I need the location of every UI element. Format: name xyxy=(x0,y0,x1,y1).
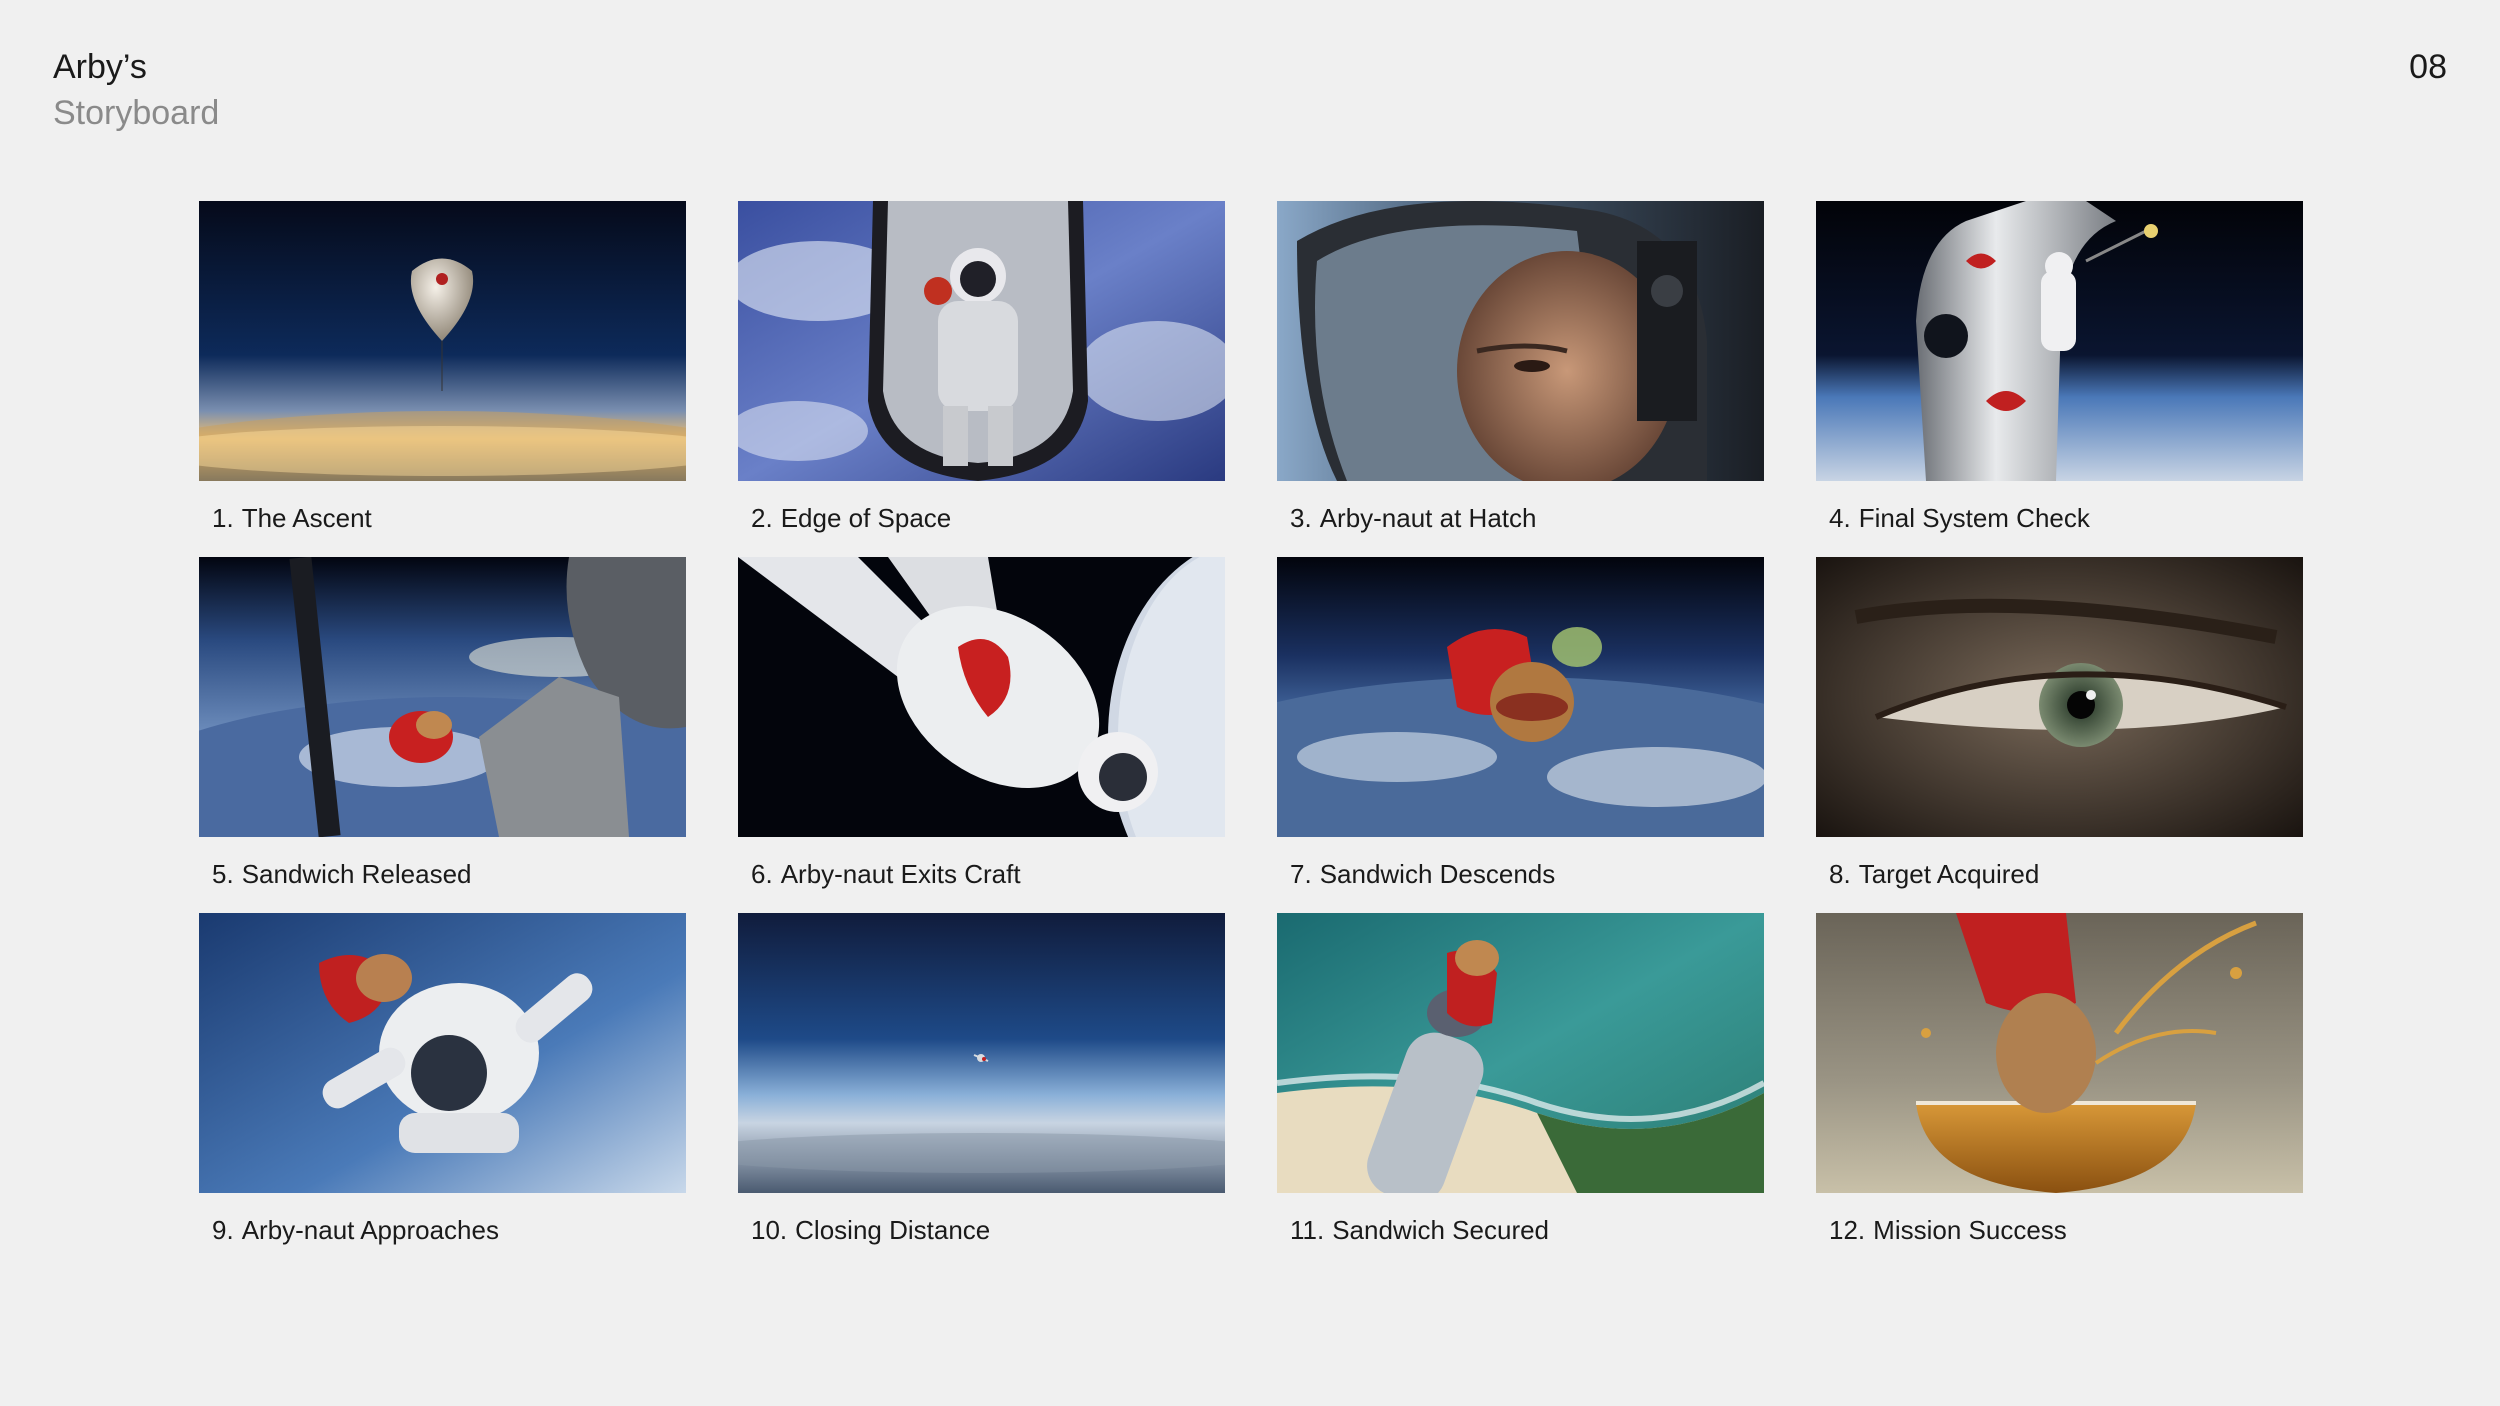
frame-label: Edge of Space xyxy=(780,503,952,533)
frame-image-helmet-closeup xyxy=(1277,201,1764,481)
frame-image-ascent xyxy=(199,201,686,481)
frame-caption: 7. Sandwich Descends xyxy=(1277,858,1764,890)
frame-caption: 5. Sandwich Released xyxy=(199,858,686,890)
frame-image-eye-closeup xyxy=(1816,557,2303,837)
page-subtitle: Storyboard xyxy=(53,94,220,132)
page-number: 08 xyxy=(2409,48,2447,86)
frame-number: 2. xyxy=(751,503,773,533)
frame-label: Target Acquired xyxy=(1858,859,2040,889)
frame-label: Final System Check xyxy=(1858,503,2090,533)
frame-number: 6. xyxy=(751,859,773,889)
storyboard-frame: 11. Sandwich Secured xyxy=(1277,913,1764,1269)
frame-label: Closing Distance xyxy=(795,1215,991,1245)
frame-number: 4. xyxy=(1829,503,1851,533)
frame-image-splash xyxy=(1816,913,2303,1193)
storyboard-frame: 4. Final System Check xyxy=(1816,201,2303,557)
frame-number: 5. xyxy=(212,859,234,889)
frame-label: Arby-naut Approaches xyxy=(241,1215,499,1245)
storyboard-frame: 10. Closing Distance xyxy=(738,913,1225,1269)
frame-number: 12. xyxy=(1829,1215,1866,1245)
frame-label: Sandwich Descends xyxy=(1319,859,1556,889)
frame-caption: 11. Sandwich Secured xyxy=(1277,1214,1764,1246)
frame-caption: 1. The Ascent xyxy=(199,502,686,534)
frame-number: 9. xyxy=(212,1215,234,1245)
frame-label: Arby-naut Exits Craft xyxy=(780,859,1021,889)
frame-number: 10. xyxy=(751,1215,788,1245)
storyboard-frame: 6. Arby-naut Exits Craft xyxy=(738,557,1225,913)
storyboard-frame: 12. Mission Success xyxy=(1816,913,2303,1269)
frame-label: Sandwich Secured xyxy=(1332,1215,1550,1245)
storyboard-frame: 8. Target Acquired xyxy=(1816,557,2303,913)
frame-caption: 4. Final System Check xyxy=(1816,502,2303,534)
storyboard-frame: 1. The Ascent xyxy=(199,201,686,557)
storyboard-frame: 3. Arby-naut at Hatch xyxy=(1277,201,1764,557)
frame-number: 11. xyxy=(1290,1215,1325,1245)
frame-caption: 6. Arby-naut Exits Craft xyxy=(738,858,1225,890)
page-title: Arby’s xyxy=(53,48,147,86)
frame-number: 1. xyxy=(212,503,234,533)
frame-number: 3. xyxy=(1290,503,1312,533)
frame-label: The Ascent xyxy=(241,503,372,533)
frame-label: Mission Success xyxy=(1873,1215,2067,1245)
frame-caption: 12. Mission Success xyxy=(1816,1214,2303,1246)
frame-caption: 10. Closing Distance xyxy=(738,1214,1225,1246)
storyboard-frame: 9. Arby-naut Approaches xyxy=(199,913,686,1269)
frame-label: Sandwich Released xyxy=(241,859,472,889)
frame-image-horizon xyxy=(738,913,1225,1193)
storyboard-frame: 5. Sandwich Released xyxy=(199,557,686,913)
frame-caption: 8. Target Acquired xyxy=(1816,858,2303,890)
frame-image-freefall xyxy=(199,913,686,1193)
frame-image-window-sandwich xyxy=(199,557,686,837)
storyboard-frame: 7. Sandwich Descends xyxy=(1277,557,1764,913)
frame-image-capsule xyxy=(1816,201,2303,481)
storyboard-grid: 1. The Ascent 2. Edge of Space 3. Arby-n… xyxy=(199,201,2303,1269)
frame-caption: 9. Arby-naut Approaches xyxy=(199,1214,686,1246)
frame-number: 8. xyxy=(1829,859,1851,889)
frame-label: Arby-naut at Hatch xyxy=(1319,503,1537,533)
storyboard-page: Arby’s Storyboard 08 1. The Ascent 2. Ed… xyxy=(0,0,2500,1406)
frame-caption: 3. Arby-naut at Hatch xyxy=(1277,502,1764,534)
frame-image-edge-of-space xyxy=(738,201,1225,481)
frame-image-coast-grab xyxy=(1277,913,1764,1193)
frame-image-astronaut-exit xyxy=(738,557,1225,837)
frame-caption: 2. Edge of Space xyxy=(738,502,1225,534)
frame-number: 7. xyxy=(1290,859,1312,889)
frame-image-sandwich-falling xyxy=(1277,557,1764,837)
storyboard-frame: 2. Edge of Space xyxy=(738,201,1225,557)
